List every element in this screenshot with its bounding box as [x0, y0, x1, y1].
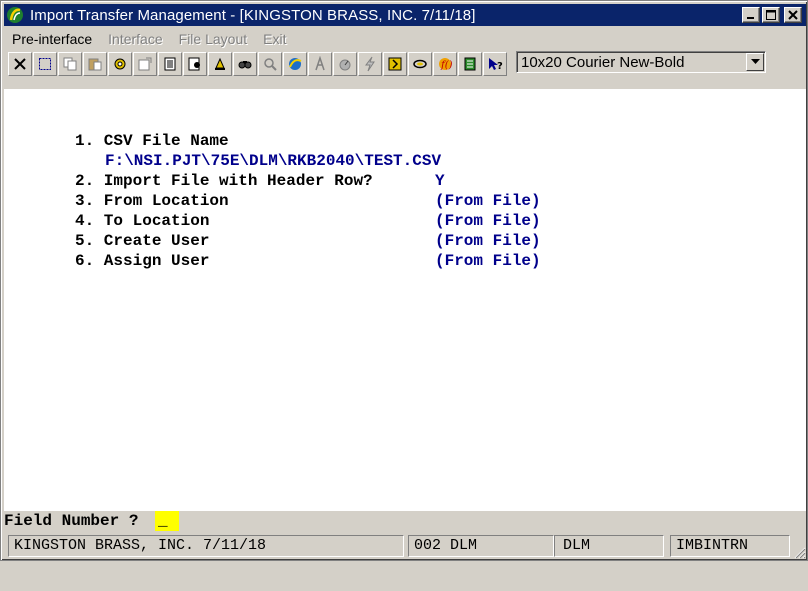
link-icon	[413, 59, 427, 69]
field-number-input[interactable]: _	[155, 511, 179, 531]
document-icon	[164, 57, 176, 71]
zoom-tool-button[interactable]	[258, 52, 282, 76]
select-tool-button[interactable]	[33, 52, 57, 76]
find-icon	[238, 61, 252, 69]
field-3-value: (From File)	[435, 192, 541, 210]
toolbar: f() ? 10x20 Courier New-Bold	[4, 50, 806, 78]
field-3-label: 3. From Location	[75, 192, 229, 210]
minimize-button[interactable]	[742, 7, 760, 23]
resize-grip-icon[interactable]	[792, 545, 806, 559]
svg-text:f(): f()	[440, 60, 453, 71]
function-icon: f()	[439, 58, 453, 71]
select-icon	[39, 58, 51, 70]
close-icon	[14, 58, 26, 70]
field-4-label: 4. To Location	[75, 212, 210, 230]
menu-exit[interactable]: Exit	[263, 31, 286, 47]
svg-text:?: ?	[497, 61, 503, 72]
field-5-label: 5. Create User	[75, 232, 210, 250]
field-number-label: Field Number ?	[4, 512, 139, 530]
field-2-value: Y	[435, 172, 445, 190]
lightning-icon	[365, 56, 375, 72]
help-pointer-icon: ?	[489, 58, 503, 72]
gauge-tool-button[interactable]	[333, 52, 357, 76]
title-bar[interactable]: Import Transfer Management - [KINGSTON B…	[4, 4, 806, 26]
lightning-tool-button[interactable]	[358, 52, 382, 76]
menu-pre-interface[interactable]: Pre-interface	[12, 31, 92, 47]
notes-tool-button[interactable]	[458, 52, 482, 76]
field-2-label: 2. Import File with Header Row?	[75, 172, 373, 190]
paste-icon	[88, 58, 102, 71]
terminal-screen[interactable]: 1. CSV File Name F:\NSI.PJT\75E\DLM\RKB2…	[4, 89, 806, 511]
field-6-value: (From File)	[435, 252, 541, 270]
field-4-value: (From File)	[435, 212, 541, 230]
copy-icon	[63, 57, 77, 71]
application-window: Import Transfer Management - [KINGSTON B…	[0, 0, 808, 561]
settings-gear-icon	[114, 58, 126, 70]
font-select-value: 10x20 Courier New-Bold	[521, 53, 685, 71]
properties-icon	[138, 57, 152, 71]
minimize-icon	[747, 17, 754, 19]
link-tool-button[interactable]	[408, 52, 432, 76]
status-company: KINGSTON BRASS, INC. 7/11/18	[8, 535, 404, 557]
menu-bar: Pre-interface Interface File Layout Exit	[4, 28, 806, 50]
properties-tool-button[interactable]	[133, 52, 157, 76]
close-icon	[788, 10, 798, 20]
help-tool-button[interactable]: ?	[483, 52, 507, 76]
window-title: Import Transfer Management - [KINGSTON B…	[30, 6, 476, 24]
close-tool-button[interactable]	[8, 52, 32, 76]
bell-icon	[215, 57, 225, 70]
close-button[interactable]	[784, 7, 802, 23]
paste-tool-button[interactable]	[83, 52, 107, 76]
field-5-value: (From File)	[435, 232, 541, 250]
font-tool-button[interactable]	[308, 52, 332, 76]
settings-tool-button[interactable]	[108, 52, 132, 76]
status-user: DLM	[554, 535, 664, 557]
print-preview-tool-button[interactable]	[183, 52, 207, 76]
web-globe-icon	[289, 58, 302, 70]
gauge-icon	[339, 59, 351, 71]
font-select-dropdown-button[interactable]	[746, 53, 764, 71]
field-1-label: 1. CSV File Name	[75, 132, 229, 150]
notes-icon	[464, 57, 476, 71]
status-session: 002 DLM	[408, 535, 554, 557]
field-number-prompt: Field Number ? _	[4, 511, 806, 531]
status-bar: KINGSTON BRASS, INC. 7/11/18 002 DLM DLM…	[4, 532, 806, 559]
bell-tool-button[interactable]	[208, 52, 232, 76]
user-tool-button[interactable]	[383, 52, 407, 76]
user-icon	[388, 57, 402, 71]
function-tool-button[interactable]: f()	[433, 52, 457, 76]
status-program: IMBINTRN	[670, 535, 790, 557]
font-icon	[315, 56, 325, 71]
maximize-icon	[766, 10, 776, 20]
menu-file-layout[interactable]: File Layout	[179, 31, 247, 47]
maximize-button[interactable]	[762, 7, 780, 23]
font-select[interactable]: 10x20 Courier New-Bold	[516, 51, 766, 73]
find-tool-button[interactable]	[233, 52, 257, 76]
print-preview-icon	[188, 57, 200, 71]
field-1-value: F:\NSI.PJT\75E\DLM\RKB2040\TEST.CSV	[105, 152, 442, 170]
zoom-icon	[264, 58, 277, 71]
chevron-down-icon	[750, 59, 760, 64]
web-tool-button[interactable]	[283, 52, 307, 76]
document-tool-button[interactable]	[158, 52, 182, 76]
copy-tool-button[interactable]	[58, 52, 82, 76]
menu-interface[interactable]: Interface	[108, 31, 162, 47]
field-6-label: 6. Assign User	[75, 252, 210, 270]
app-logo-icon	[6, 6, 24, 24]
